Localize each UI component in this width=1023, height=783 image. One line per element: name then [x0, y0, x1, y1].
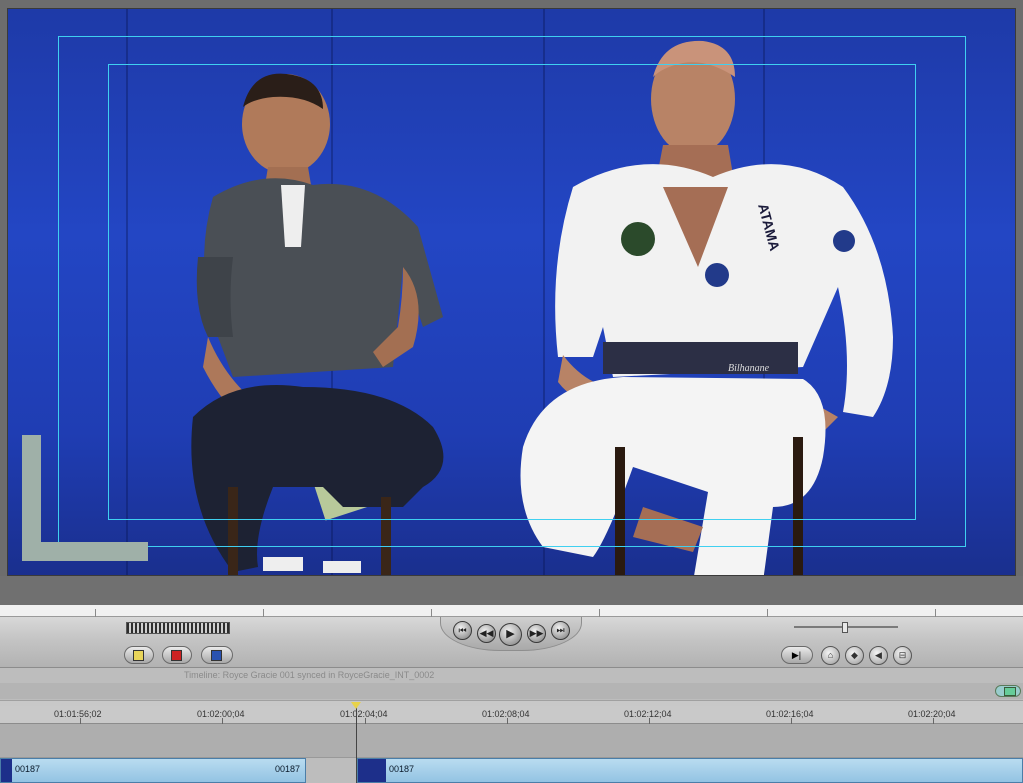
match-frame-icon: ▶|	[791, 650, 802, 660]
export-frame-button[interactable]: ⊟	[893, 646, 912, 665]
step-back-button[interactable]: ◀◀	[477, 624, 496, 643]
scrub-bar[interactable]	[0, 605, 1023, 617]
corner-marker-overlay	[22, 435, 148, 561]
add-marker-button[interactable]: ◀	[869, 646, 888, 665]
match-frame-button[interactable]: ▶|	[781, 646, 813, 664]
canvas-viewer[interactable]: ATAMA Bilhanane	[7, 8, 1016, 576]
app-window: ATAMA Bilhanane ⏮ ◀◀ ▶ ▶▶ ⏭ ▶| ⌂ ◆ ◀ ⊟ T…	[0, 0, 1023, 783]
step-forward-button[interactable]: ▶▶	[527, 624, 546, 643]
title-safe-guide	[108, 64, 916, 520]
zoom-icon	[1004, 687, 1016, 696]
clip-thumbnail	[1, 759, 12, 782]
playhead-line[interactable]	[356, 704, 357, 783]
ruler-timecode: 01:02:08;04	[482, 709, 530, 719]
window-gap	[0, 576, 1023, 605]
ruler-timecode: 01:02:20;04	[908, 709, 956, 719]
insert-edit-button[interactable]	[124, 646, 154, 664]
zoom-control[interactable]	[995, 685, 1021, 697]
ruler-timecode: 01:02:16;04	[766, 709, 814, 719]
timeline-zoom-row	[0, 683, 1023, 699]
replace-edit-button[interactable]	[201, 646, 233, 664]
shuttle-control[interactable]	[126, 622, 230, 634]
ruler-timecode: 01:01:56;02	[54, 709, 102, 719]
mark-clip-button[interactable]: ⌂	[821, 646, 840, 665]
clip-out-label: 00187	[274, 764, 300, 774]
ruler-timecode: 01:02:00;04	[197, 709, 245, 719]
clip-thumbnail	[358, 759, 386, 782]
timeline-clip[interactable]: 00187	[357, 758, 1023, 783]
playhead-marker[interactable]	[351, 702, 361, 709]
prev-edit-button[interactable]: ⏮	[453, 621, 472, 640]
timeline-clip[interactable]: 00187 00187	[0, 758, 306, 783]
add-keyframe-button[interactable]: ◆	[845, 646, 864, 665]
overwrite-edit-button[interactable]	[162, 646, 192, 664]
play-button[interactable]: ▶	[499, 623, 522, 646]
clip-in-label: 00187	[15, 764, 41, 774]
ruler-timecode: 01:02:04;04	[340, 709, 388, 719]
video-track-empty[interactable]	[0, 724, 1023, 758]
timeline-title: Timeline: Royce Gracie 001 synced in Roy…	[184, 670, 435, 680]
next-edit-button[interactable]: ⏭	[551, 621, 570, 640]
clip-in-label: 00187	[389, 764, 415, 774]
jog-slider[interactable]	[794, 622, 898, 633]
jog-knob[interactable]	[842, 622, 848, 633]
ruler-timecode: 01:02:12;04	[624, 709, 672, 719]
